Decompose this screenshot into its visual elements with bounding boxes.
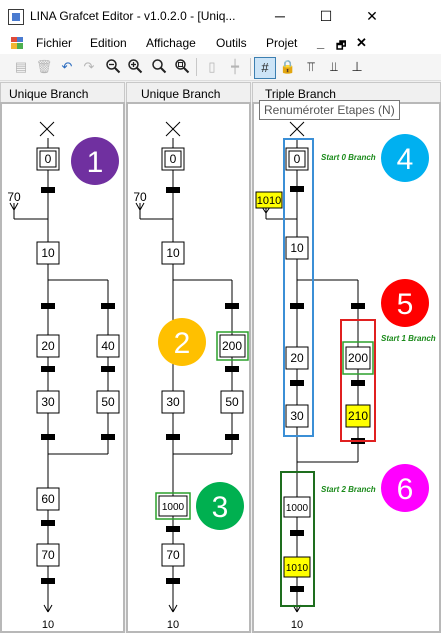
svg-text:3: 3 (212, 491, 229, 524)
step-label[interactable]: 200 (222, 339, 242, 353)
menu-outils[interactable]: Outils (216, 36, 247, 50)
step-label[interactable]: 30 (290, 409, 304, 423)
mdi-minimize-button[interactable]: _ (317, 35, 324, 50)
diagram-panel-1: Unique Branch 0 70 10 20 40 30 50 60 70 … (0, 82, 125, 633)
zoom-in-icon[interactable] (126, 58, 144, 76)
callout-badge-5: 5 (381, 279, 429, 327)
redo-icon[interactable]: ↷ (80, 58, 98, 76)
delete-icon[interactable]: 🗑 (35, 58, 53, 76)
panel-header: Unique Branch (126, 82, 251, 103)
svg-text:1: 1 (87, 146, 104, 179)
menu-projet[interactable]: Projet (266, 36, 297, 50)
title-bar: LINA Grafcet Editor - v1.0.2.0 - [Uniq..… (0, 0, 441, 32)
panel-title: Triple Branch (265, 87, 336, 101)
window-title: LINA Grafcet Editor - v1.0.2.0 - [Uniq..… (30, 9, 236, 23)
step-icon[interactable]: ▯ (203, 58, 221, 76)
annotation-start-2-branch: Start 2 Branch (321, 485, 376, 494)
input-label: 70 (7, 190, 21, 204)
panel-title: Unique Branch (9, 87, 89, 101)
step-label[interactable]: 1010 (286, 563, 309, 574)
step-label[interactable]: 50 (101, 395, 115, 409)
step-init[interactable]: 0 (45, 152, 52, 166)
zoom-fit-icon[interactable] (173, 58, 191, 76)
annotation-start-1-branch: Start 1 Branch (381, 334, 436, 343)
step-label[interactable]: 50 (225, 395, 239, 409)
mdi-close-button[interactable]: ✕ (356, 35, 367, 51)
undo-icon[interactable]: ↶ (58, 58, 76, 76)
diagram-panel-2: Unique Branch 0 70 10 200 30 50 1000 70 … (126, 82, 251, 633)
renumber-steps-icon[interactable]: # (254, 57, 276, 79)
annotation-start-0-branch: Start 0 Branch (321, 153, 376, 162)
jump-target-label: 10 (291, 619, 303, 631)
menu-edition[interactable]: Edition (90, 36, 127, 50)
step-init[interactable]: 0 (294, 152, 301, 166)
callout-badge-2: 2 (158, 318, 206, 366)
step-init[interactable]: 0 (170, 152, 177, 166)
callout-badge-3: 3 (196, 482, 244, 530)
zoom-reset-icon[interactable] (150, 58, 168, 76)
menu-affichage[interactable]: Affichage (146, 36, 196, 50)
menu-fichier[interactable]: Fichier (36, 36, 72, 50)
jump-target-label: 10 (167, 619, 179, 631)
callout-badge-4: 4 (381, 134, 429, 182)
step-label[interactable]: 200 (348, 351, 368, 365)
toolbar-separator (250, 58, 251, 76)
step-label[interactable]: 1000 (286, 503, 309, 514)
step-label[interactable]: 40 (101, 339, 115, 353)
step-label[interactable]: 20 (290, 351, 304, 365)
callout-badge-1: 1 (71, 137, 119, 185)
branch-end-icon[interactable]: ⊥ (348, 58, 366, 76)
step-label[interactable]: 10 (166, 246, 180, 260)
grafcet-diagram: 0 70 10 200 30 50 1000 70 10 2 3 (133, 121, 249, 631)
step-label[interactable]: 70 (166, 548, 180, 562)
diagram-panel-3: Triple Branch 0 1010 10 20 200 30 210 10… (252, 82, 441, 633)
svg-text:5: 5 (397, 288, 414, 321)
grafcet-diagram: 0 1010 10 20 200 30 210 1000 1010 10 Sta… (255, 121, 436, 631)
svg-text:6: 6 (397, 473, 414, 506)
branch-convergence-icon[interactable]: ⫫ (325, 58, 343, 76)
step-label[interactable]: 210 (348, 409, 368, 423)
lock-icon[interactable]: 🔒 (279, 58, 297, 76)
step-label[interactable]: 60 (41, 492, 55, 506)
step-label[interactable]: 10 (290, 241, 304, 255)
input-label: 70 (133, 190, 147, 204)
step-label[interactable]: 1000 (162, 502, 185, 513)
step-label[interactable]: 20 (41, 339, 55, 353)
panel-title: Unique Branch (141, 87, 221, 101)
svg-text:4: 4 (397, 143, 414, 176)
svg-text:2: 2 (174, 327, 191, 360)
transition-icon[interactable]: ┿ (226, 58, 244, 76)
step-label[interactable]: 10 (41, 246, 55, 260)
zoom-out-icon[interactable] (104, 58, 122, 76)
step-label[interactable]: 30 (41, 395, 55, 409)
maximize-button[interactable]: ☐ (303, 0, 349, 32)
input-label: 1010 (257, 195, 281, 207)
step-label[interactable]: 70 (41, 548, 55, 562)
tooltip: Renuméroter Etapes (N) (259, 100, 400, 120)
minimize-button[interactable]: ─ (257, 0, 303, 32)
close-button[interactable]: ✕ (349, 0, 395, 32)
grafcet-diagram: 0 70 10 20 40 30 50 60 70 10 1 (7, 121, 120, 631)
document-icon (11, 37, 23, 49)
toolbar-separator (196, 58, 197, 76)
branch-divergence-icon[interactable]: ⫪ (302, 58, 320, 76)
paste-icon[interactable]: ▤ (12, 58, 30, 76)
callout-badge-6: 6 (381, 464, 429, 512)
jump-target-label: 10 (42, 619, 54, 631)
app-icon (8, 9, 24, 25)
panel-header: Unique Branch (0, 82, 125, 103)
step-label[interactable]: 30 (166, 395, 180, 409)
